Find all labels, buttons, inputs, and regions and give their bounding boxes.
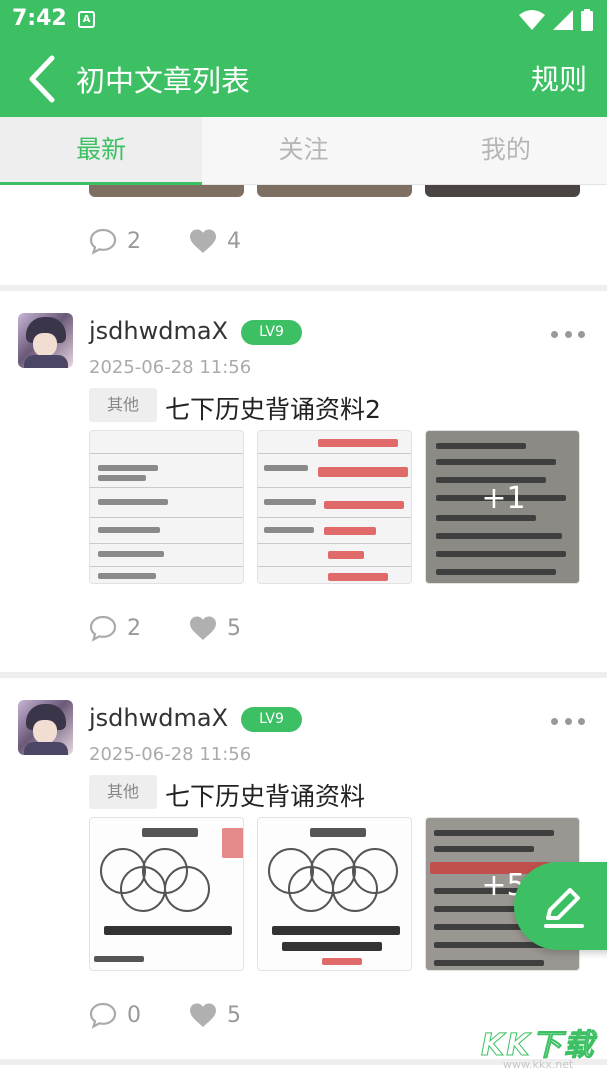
post-image[interactable] bbox=[89, 430, 244, 584]
post-card[interactable]: jsdhwdmaX LV9 2025-06-28 11:56 其他 七下历史背诵… bbox=[0, 291, 607, 672]
page-title: 初中文章列表 bbox=[76, 64, 251, 98]
post-image[interactable] bbox=[257, 817, 412, 971]
post-image[interactable] bbox=[257, 430, 412, 584]
comment-count[interactable]: 2 bbox=[89, 225, 141, 257]
watermark-url: www.kkx.net bbox=[503, 1058, 574, 1071]
signal-icon bbox=[553, 10, 573, 30]
post-date: 2025-06-28 11:56 bbox=[89, 357, 252, 378]
top-bar: 7:42 A 初中文章列表 规则 bbox=[0, 0, 607, 117]
post-images: +5 bbox=[89, 817, 580, 977]
tab-bar: 最新 关注 我的 bbox=[0, 117, 607, 185]
level-badge: LV9 bbox=[241, 320, 302, 345]
post-image[interactable]: +1 bbox=[425, 430, 580, 584]
comment-icon bbox=[89, 228, 117, 255]
avatar[interactable] bbox=[18, 313, 73, 368]
post-image[interactable] bbox=[257, 185, 412, 197]
post-stats: 2 5 bbox=[89, 612, 389, 644]
post-stats: 0 5 bbox=[89, 999, 389, 1031]
comment-count-value: 0 bbox=[127, 1002, 141, 1028]
heart-icon bbox=[190, 229, 216, 253]
post-stats: 2 4 bbox=[89, 225, 389, 257]
status-bar: 7:42 A bbox=[0, 0, 607, 40]
app-bar: 初中文章列表 规则 bbox=[0, 40, 607, 117]
more-dots-icon[interactable] bbox=[551, 718, 585, 726]
post-title[interactable]: 七下历史背诵资料 bbox=[165, 777, 365, 813]
more-images-label: +1 bbox=[481, 481, 526, 516]
comment-count[interactable]: 2 bbox=[89, 612, 141, 644]
notification-icon: A bbox=[78, 11, 95, 28]
category-tag: 其他 bbox=[89, 775, 157, 809]
like-count-value: 4 bbox=[227, 228, 241, 254]
comment-count-value: 2 bbox=[127, 228, 141, 254]
comment-icon bbox=[89, 1002, 117, 1029]
status-icons bbox=[519, 8, 593, 32]
post-image[interactable] bbox=[425, 185, 580, 197]
back-arrow-icon[interactable] bbox=[24, 54, 58, 104]
watermark-logo: KK下载 www.kkx.net bbox=[481, 1020, 599, 1072]
post-image[interactable] bbox=[89, 185, 244, 197]
post-date: 2025-06-28 11:56 bbox=[89, 744, 252, 765]
like-count[interactable]: 5 bbox=[189, 612, 241, 644]
comment-count[interactable]: 0 bbox=[89, 999, 141, 1031]
battery-icon bbox=[581, 9, 593, 31]
compose-button[interactable] bbox=[514, 862, 607, 950]
edit-pen-icon bbox=[544, 888, 584, 928]
more-dots-icon[interactable] bbox=[551, 331, 585, 339]
tab-mine[interactable]: 我的 bbox=[405, 117, 607, 184]
tab-latest[interactable]: 最新 bbox=[0, 117, 203, 185]
rules-button[interactable]: 规则 bbox=[531, 58, 587, 98]
status-time: 7:42 bbox=[12, 6, 67, 31]
post-card-partial[interactable]: 2 4 bbox=[0, 185, 607, 285]
level-badge: LV9 bbox=[241, 707, 302, 732]
like-count-value: 5 bbox=[227, 615, 241, 641]
comment-count-value: 2 bbox=[127, 615, 141, 641]
heart-icon bbox=[190, 1003, 216, 1027]
avatar[interactable] bbox=[18, 700, 73, 755]
like-count-value: 5 bbox=[227, 1002, 241, 1028]
like-count[interactable]: 4 bbox=[189, 225, 241, 257]
username[interactable]: jsdhwdmaX bbox=[89, 317, 228, 345]
category-tag: 其他 bbox=[89, 388, 157, 422]
post-title[interactable]: 七下历史背诵资料2 bbox=[165, 390, 381, 426]
comment-icon bbox=[89, 615, 117, 642]
post-image[interactable] bbox=[89, 817, 244, 971]
wifi-icon bbox=[519, 10, 545, 30]
post-images: +1 bbox=[89, 430, 580, 590]
tab-following[interactable]: 关注 bbox=[202, 117, 404, 184]
post-card[interactable]: jsdhwdmaX LV9 2025-06-28 11:56 其他 七下历史背诵… bbox=[0, 678, 607, 1059]
post-feed[interactable]: 2 4 jsdhwdmaX LV9 2025-06-28 11:56 其他 七下… bbox=[0, 185, 607, 1080]
username[interactable]: jsdhwdmaX bbox=[89, 704, 228, 732]
post-images-partial bbox=[89, 185, 580, 199]
heart-icon bbox=[190, 616, 216, 640]
like-count[interactable]: 5 bbox=[189, 999, 241, 1031]
